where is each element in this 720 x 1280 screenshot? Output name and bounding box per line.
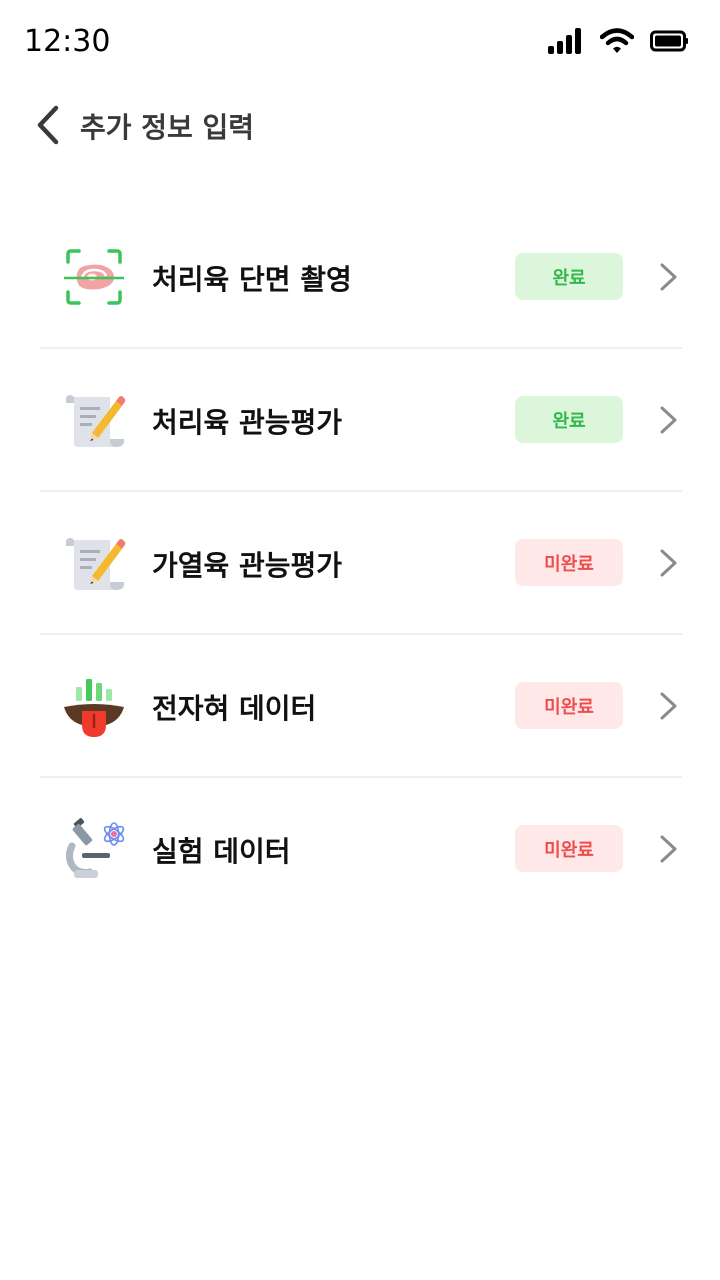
page-title: 추가 정보 입력 — [80, 111, 255, 144]
status-badge: 미완료 — [515, 682, 623, 729]
list-item-meat-scan[interactable]: 처리육 단면 촬영 완료 — [40, 206, 682, 349]
list-item-lab-data[interactable]: 실험 데이터 미완료 — [40, 778, 682, 919]
list-item-electronic-tongue[interactable]: 전자혀 데이터 미완료 — [40, 635, 682, 778]
list-item-label: 처리육 관능평가 — [152, 406, 343, 439]
info-list: 처리육 단면 촬영 완료 처리육 관능평가 완료 가열육 관능평가 미완료 전자… — [40, 206, 682, 919]
status-badge: 미완료 — [515, 539, 623, 586]
list-item-label: 처리육 단면 촬영 — [152, 263, 352, 296]
microscope-icon — [65, 818, 125, 878]
list-item-processed-sensory[interactable]: 처리육 관능평가 완료 — [40, 349, 682, 492]
status-bar: 12:30 — [0, 0, 720, 84]
status-icons — [548, 28, 688, 54]
status-badge: 완료 — [515, 396, 623, 443]
chevron-right-icon — [660, 263, 677, 291]
list-item-label: 가열육 관능평가 — [152, 549, 343, 582]
battery-icon — [650, 30, 688, 52]
header: 추가 정보 입력 — [0, 90, 720, 160]
meat-scan-icon — [64, 249, 124, 305]
chevron-right-icon — [660, 692, 677, 720]
chevron-right-icon — [660, 406, 677, 434]
list-item-label: 실험 데이터 — [152, 835, 291, 868]
chevron-right-icon — [660, 549, 677, 577]
evaluation-form-icon — [66, 538, 126, 590]
list-item-cooked-sensory[interactable]: 가열육 관능평가 미완료 — [40, 492, 682, 635]
electronic-tongue-icon — [64, 679, 124, 737]
wifi-icon — [600, 28, 634, 53]
chevron-right-icon — [660, 835, 677, 863]
status-badge: 완료 — [515, 253, 623, 300]
back-button[interactable] — [28, 102, 68, 148]
evaluation-form-icon — [66, 395, 126, 447]
list-item-label: 전자혀 데이터 — [152, 692, 317, 725]
status-badge: 미완료 — [515, 825, 623, 872]
status-time: 12:30 — [24, 24, 111, 59]
signal-icon — [548, 28, 581, 54]
chevron-left-icon — [37, 105, 59, 145]
